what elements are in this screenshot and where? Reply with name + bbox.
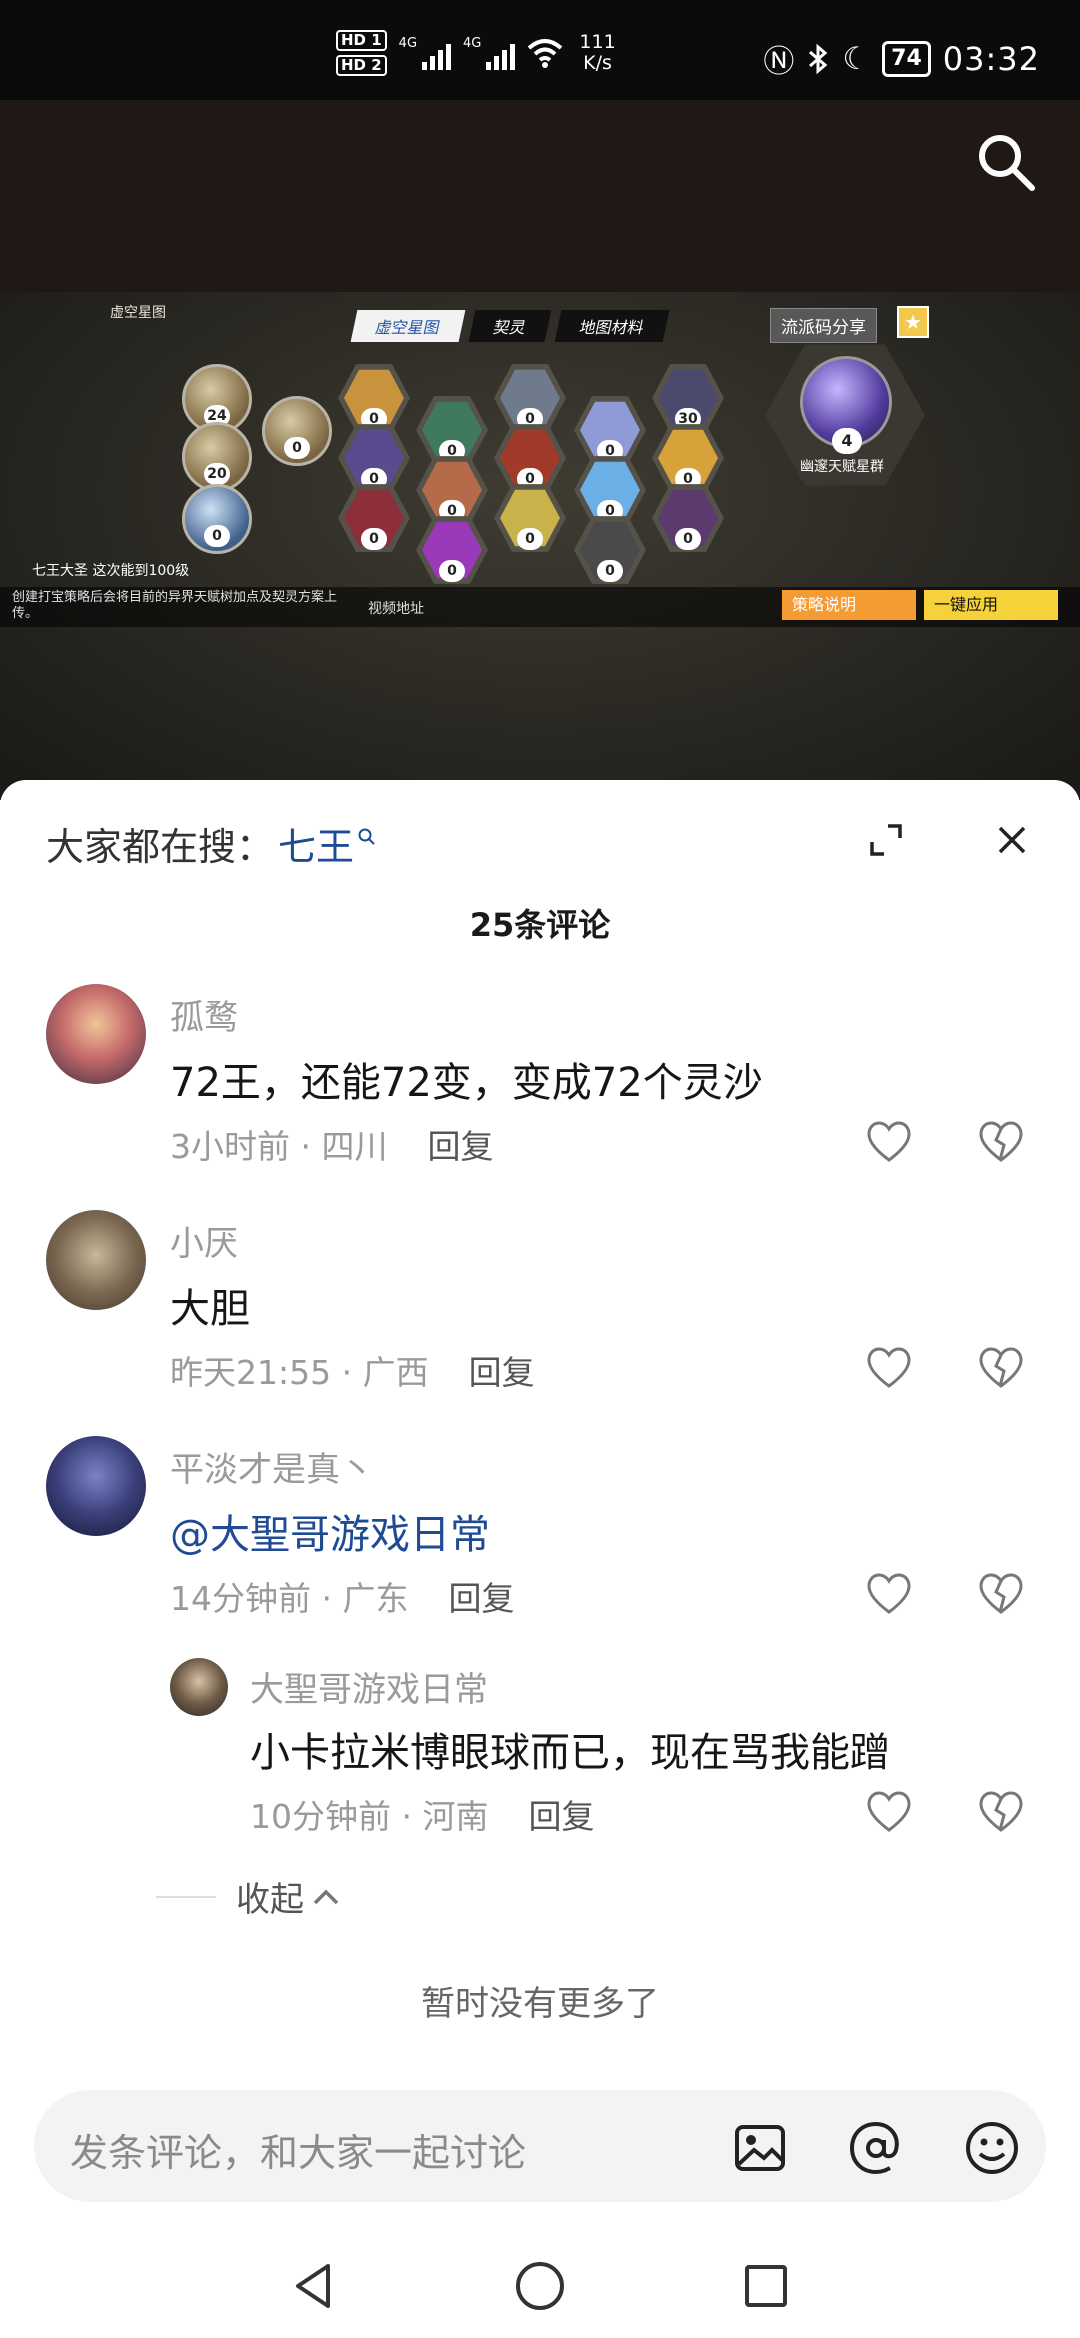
reply-button[interactable]: 回复 [528, 1797, 594, 1836]
comment-username[interactable]: 大聖哥游戏日常 [250, 1662, 488, 1711]
search-icon[interactable] [974, 130, 1038, 194]
avatar[interactable] [170, 1658, 228, 1716]
heart-icon[interactable] [864, 1788, 914, 1834]
game-tab-spirit: 契灵 [468, 310, 552, 342]
broken-heart-icon[interactable] [976, 1788, 1026, 1834]
divider [156, 1895, 216, 1898]
reply-button[interactable]: 回复 [427, 1127, 493, 1166]
comment-username[interactable]: 小厌 [170, 1216, 238, 1265]
avatar[interactable] [46, 984, 146, 1084]
talent-hex: 0 [494, 424, 566, 492]
talent-hex: 0 [574, 456, 646, 524]
avatar[interactable] [46, 1436, 146, 1536]
smiley-icon[interactable] [964, 2120, 1020, 2176]
system-nav-bar [0, 2238, 1080, 2338]
comment-meta: 14分钟前 · 广东 回复 [170, 1579, 515, 1618]
talent-hex: 30 [652, 364, 724, 432]
comment-mention[interactable]: @大聖哥游戏日常 [170, 1502, 490, 1560]
video-caption: 七王大圣 这次能到100级 [32, 563, 190, 579]
comment-meta: 10分钟前 · 河南 回复 [250, 1797, 595, 1836]
talent-node: 0 [182, 484, 252, 554]
game-share-button: 流派码分享 [770, 308, 877, 343]
talent-hex: 0 [494, 484, 566, 552]
comment-text: 大胆 [170, 1286, 250, 1332]
talent-hex: 0 [652, 484, 724, 552]
game-screenshot: 虚空星图 虚空星图 契灵 地图材料 流派码分享 ★ 24 0 20 0 0 0 … [0, 292, 1080, 787]
collapse-label: 收起 [236, 1880, 304, 1920]
talent-node: 0 [262, 396, 332, 466]
expand-icon[interactable] [866, 820, 906, 860]
talent-hex: 0 [338, 364, 410, 432]
battery-indicator: 74 [882, 40, 931, 77]
comment-count: 25条评论 [469, 906, 611, 944]
video-player[interactable]: 虚空星图 虚空星图 契灵 地图材料 流派码分享 ★ 24 0 20 0 0 0 … [0, 100, 1080, 800]
strategy-button: 策略说明 [782, 590, 916, 620]
comment-meta: 昨天21:55 · 广西 回复 [170, 1353, 535, 1392]
talent-hex: 0 [338, 484, 410, 552]
back-icon[interactable] [286, 2258, 342, 2314]
game-tab-material: 地图材料 [554, 310, 670, 342]
trending-search[interactable]: 大家都在搜： 七王 [46, 816, 376, 871]
trending-keyword[interactable]: 七王 [278, 816, 354, 871]
talent-hex: 0 [494, 364, 566, 432]
image-icon[interactable] [732, 2120, 788, 2176]
star-icon: ★ [897, 306, 929, 338]
talent-hex: 0 [416, 516, 488, 584]
avatar[interactable] [46, 1210, 146, 1310]
talent-hex: 0 [574, 396, 646, 464]
home-icon[interactable] [512, 2258, 568, 2314]
reply-button[interactable]: 回复 [448, 1579, 514, 1618]
status-bar: HD 1 HD 2 4G 4G 111 K/s Ⓝ ☾ 74 03:32 [0, 0, 1080, 100]
heart-icon[interactable] [864, 1570, 914, 1616]
feature-count: 4 [832, 428, 862, 454]
net-speed: 111 K/s [579, 31, 616, 74]
collapse-replies-button[interactable]: 收起 [156, 1872, 342, 1921]
broken-heart-icon[interactable] [976, 1118, 1026, 1164]
clock: 03:32 [942, 39, 1040, 78]
heart-icon[interactable] [864, 1118, 914, 1164]
comment-meta: 3小时前 · 四川 回复 [170, 1127, 494, 1166]
game-top-label: 虚空星图 [110, 305, 166, 321]
apply-button: 一键应用 [924, 590, 1058, 620]
comment-input[interactable]: 发条评论，和大家一起讨论 [34, 2090, 1046, 2202]
hd-badge-2: HD 2 [336, 55, 387, 76]
hd-badge-1: HD 1 [336, 30, 387, 51]
video-address: 视频地址 [368, 601, 424, 617]
reply-button[interactable]: 回复 [469, 1353, 535, 1392]
chevron-up-icon [313, 1889, 339, 1904]
game-hint: 创建打宝策略后会将目前的异界天赋树加点及契灵方案上传。 [12, 590, 338, 621]
bluetooth-icon [809, 43, 828, 74]
comment-input-placeholder: 发条评论，和大家一起讨论 [70, 2131, 527, 2175]
talent-node: 20 [182, 422, 252, 492]
at-icon[interactable] [848, 2120, 904, 2176]
talent-hex: 0 [652, 424, 724, 492]
talent-hex: 0 [338, 424, 410, 492]
signal-icon-2: 4G [463, 36, 516, 70]
network-indicators: HD 1 HD 2 4G 4G 111 K/s [336, 30, 616, 76]
trending-prefix: 大家都在搜： [46, 825, 275, 869]
comment-username[interactable]: 平淡才是真丶 [170, 1442, 374, 1491]
heart-icon[interactable] [864, 1344, 914, 1390]
game-tabs: 虚空星图 契灵 地图材料 [350, 310, 670, 342]
feature-label: 幽邃天赋星群 [800, 459, 884, 475]
moon-icon: ☾ [842, 40, 871, 77]
broken-heart-icon[interactable] [976, 1570, 1026, 1616]
comment-username[interactable]: 孤鹜 [170, 990, 238, 1039]
nfc-icon: Ⓝ [763, 44, 795, 80]
comment-text: 72王，还能72变，变成72个灵沙 [170, 1060, 763, 1106]
close-icon[interactable] [992, 820, 1032, 860]
no-more-label: 暂时没有更多了 [421, 1984, 659, 2024]
talent-hex: 0 [574, 516, 646, 584]
game-tab-void: 虚空星图 [350, 310, 466, 342]
signal-icon: 4G [399, 36, 452, 70]
recents-icon[interactable] [738, 2258, 794, 2314]
talent-hex: 0 [416, 396, 488, 464]
comment-text: 小卡拉米博眼球而已，现在骂我能蹭 [250, 1730, 890, 1776]
wifi-icon [528, 39, 563, 68]
search-icon [358, 828, 375, 845]
talent-hex: 0 [416, 456, 488, 524]
broken-heart-icon[interactable] [976, 1344, 1026, 1390]
